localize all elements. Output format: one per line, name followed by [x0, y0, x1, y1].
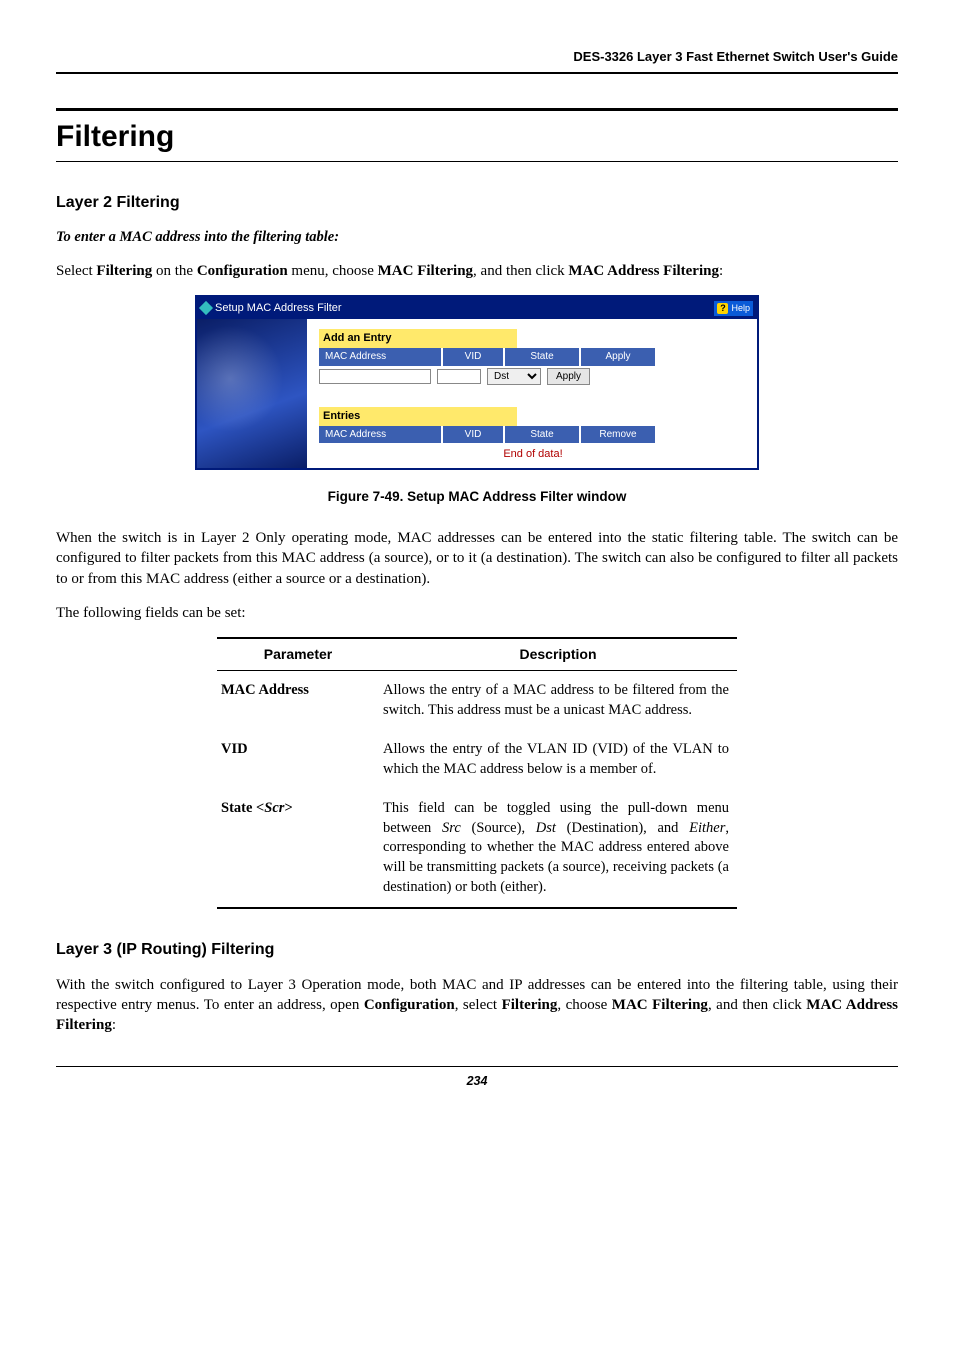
text-segment: , choose — [557, 997, 611, 1013]
vid-input[interactable] — [437, 369, 481, 384]
layer3-paragraph: With the switch configured to Layer 3 Op… — [56, 975, 898, 1036]
th-description: Description — [379, 638, 737, 670]
entries-header-row: MAC Address VID State Remove — [319, 426, 747, 444]
page-title: Filtering — [56, 108, 898, 163]
table-row: VID Allows the entry of the VLAN ID (VID… — [217, 730, 737, 789]
end-of-data-text: End of data! — [319, 447, 747, 462]
text-segment: , and then click — [473, 263, 568, 279]
layer2-intro-italic: To enter a MAC address into the filterin… — [56, 228, 898, 248]
add-entry-header-row: MAC Address VID State Apply — [319, 348, 747, 366]
layer3-heading: Layer 3 (IP Routing) Filtering — [56, 939, 898, 961]
help-icon: ? — [717, 303, 728, 314]
text-segment: on the — [152, 263, 197, 279]
bold-mac-filtering: MAC Filtering — [612, 997, 708, 1013]
italic-either: Either — [689, 820, 725, 836]
text-segment: , select — [455, 997, 502, 1013]
param-desc: Allows the entry of a MAC address to be … — [379, 671, 737, 731]
text-segment: : — [112, 1017, 116, 1033]
mac-address-input[interactable] — [319, 369, 431, 384]
doc-header: DES-3326 Layer 3 Fast Ethernet Switch Us… — [56, 48, 898, 74]
ui-titlebar: Setup MAC Address Filter ? Help — [197, 297, 757, 319]
entries-label: Entries — [319, 407, 517, 426]
italic-src: Src — [442, 820, 461, 836]
ui-window: Setup MAC Address Filter ? Help Add an E… — [195, 295, 759, 470]
text-segment: (Source), — [461, 820, 536, 836]
bold-filtering: Filtering — [96, 263, 152, 279]
help-button[interactable]: ? Help — [714, 301, 753, 315]
col-state: State — [505, 426, 581, 444]
col-apply: Apply — [581, 348, 657, 366]
col-mac-address: MAC Address — [319, 426, 443, 444]
text-segment: (Destination), and — [556, 820, 689, 836]
layer2-explanation: When the switch is in Layer 2 Only opera… — [56, 528, 898, 589]
text-segment: Select — [56, 263, 96, 279]
param-desc-state: This field can be toggled using the pull… — [379, 789, 737, 908]
layer2-heading: Layer 2 Filtering — [56, 192, 898, 214]
ui-titlebar-left: Setup MAC Address Filter — [201, 301, 342, 316]
col-remove: Remove — [581, 426, 657, 444]
parameter-table: Parameter Description MAC Address Allows… — [217, 637, 737, 909]
text-segment: : — [719, 263, 723, 279]
italic-scr: Scr — [264, 800, 284, 816]
figure-wrap: Setup MAC Address Filter ? Help Add an E… — [56, 295, 898, 470]
help-label: Help — [731, 302, 750, 314]
ui-body: Add an Entry MAC Address VID State Apply… — [197, 319, 757, 468]
bold-configuration: Configuration — [197, 263, 288, 279]
ui-left-banner — [197, 319, 307, 468]
ui-title-text: Setup MAC Address Filter — [215, 301, 342, 316]
apply-button[interactable]: Apply — [547, 368, 590, 385]
bold-configuration: Configuration — [364, 997, 455, 1013]
figure-caption: Figure 7-49. Setup MAC Address Filter wi… — [56, 488, 898, 506]
page-footer: 234 — [56, 1066, 898, 1090]
fields-intro: The following fields can be set: — [56, 603, 898, 623]
bold-mac-address-filtering: MAC Address Filtering — [568, 263, 719, 279]
th-parameter: Parameter — [217, 638, 379, 670]
table-row: MAC Address Allows the entry of a MAC ad… — [217, 671, 737, 731]
ui-right-pane: Add an Entry MAC Address VID State Apply… — [307, 319, 757, 468]
col-state: State — [505, 348, 581, 366]
param-desc: Allows the entry of the VLAN ID (VID) of… — [379, 730, 737, 789]
col-vid: VID — [443, 426, 505, 444]
table-row: State <Scr> This field can be toggled us… — [217, 789, 737, 908]
bold-filtering: Filtering — [502, 997, 558, 1013]
bold-mac-filtering: MAC Filtering — [378, 263, 473, 279]
param-name: MAC Address — [217, 671, 379, 731]
text-segment: , and then click — [708, 997, 806, 1013]
col-vid: VID — [443, 348, 505, 366]
window-icon — [199, 301, 213, 315]
text-segment: menu, choose — [288, 263, 378, 279]
state-select[interactable]: Dst — [487, 368, 541, 385]
text-segment: > — [284, 800, 292, 816]
param-name-state: State <Scr> — [217, 789, 379, 908]
col-mac-address: MAC Address — [319, 348, 443, 366]
param-name: VID — [217, 730, 379, 789]
add-entry-data-row: Dst Apply — [319, 368, 747, 385]
italic-dst: Dst — [536, 820, 556, 836]
text-segment: State < — [221, 800, 264, 816]
layer2-select-paragraph: Select Filtering on the Configuration me… — [56, 261, 898, 281]
add-entry-label: Add an Entry — [319, 329, 517, 348]
